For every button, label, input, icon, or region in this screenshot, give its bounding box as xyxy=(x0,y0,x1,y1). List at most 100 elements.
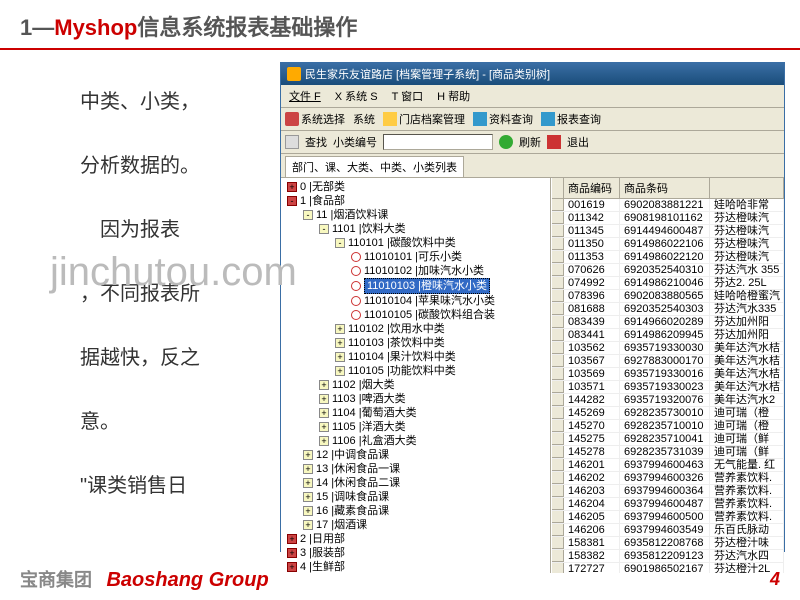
expand-icon[interactable]: + xyxy=(319,394,329,404)
table-row[interactable]: 0749926914986210046芬达2. 25L xyxy=(552,277,784,290)
table-row[interactable]: 1452696928235730010迪可瑞（橙 xyxy=(552,407,784,420)
tree-label[interactable]: 0 |无部类 xyxy=(300,180,345,194)
tree-label[interactable]: 1104 |葡萄酒大类 xyxy=(332,406,417,420)
collapse-icon[interactable]: - xyxy=(335,238,345,248)
collapse-icon[interactable]: - xyxy=(287,196,297,206)
tree-node[interactable]: +0 |无部类 xyxy=(283,180,548,194)
expand-icon[interactable]: + xyxy=(319,380,329,390)
tree-label[interactable]: 11010101 |可乐小类 xyxy=(364,250,462,264)
tree-node[interactable]: +12 |中调食品课 xyxy=(283,448,548,462)
expand-icon[interactable]: + xyxy=(303,478,313,488)
table-row[interactable]: 0834396914966020289芬达加州阳 xyxy=(552,316,784,329)
table-row[interactable]: 1035676927883000170美年达汽水桔 xyxy=(552,355,784,368)
tree-label[interactable]: 2 |日用部 xyxy=(300,532,345,546)
tree-node[interactable]: 11010102 |加味汽水小类 xyxy=(283,264,548,278)
tree-node[interactable]: +110104 |果汁饮料中类 xyxy=(283,350,548,364)
tree-label[interactable]: 12 |中调食品课 xyxy=(316,448,389,462)
tree-node[interactable]: +15 |调味食品课 xyxy=(283,490,548,504)
table-row[interactable]: 0113506914986022106芬达橙味汽 xyxy=(552,238,784,251)
tree-label[interactable]: 110105 |功能饮料中类 xyxy=(348,364,456,378)
expand-icon[interactable]: + xyxy=(287,182,297,192)
tree-label[interactable]: 11010105 |碳酸饮料组合装 xyxy=(364,308,495,322)
table-row[interactable]: 1583826935812209123芬达汽水四 xyxy=(552,550,784,563)
table-row[interactable]: 1462066937994603549乐百氏脉动 xyxy=(552,524,784,537)
tree-node[interactable]: 11010101 |可乐小类 xyxy=(283,250,548,264)
table-row[interactable]: 1583816935812208768芬达橙汁味 xyxy=(552,537,784,550)
expand-icon[interactable]: + xyxy=(319,422,329,432)
tree-label[interactable]: 11 |烟酒饮料课 xyxy=(316,208,388,222)
tree-node[interactable]: +110103 |茶饮料中类 xyxy=(283,336,548,350)
table-row[interactable]: 1442826935719320076美年达汽水2 xyxy=(552,394,784,407)
tree-node[interactable]: -1 |食品部 xyxy=(283,194,548,208)
expand-icon[interactable]: + xyxy=(319,436,329,446)
expand-icon[interactable]: + xyxy=(303,492,313,502)
toolbar-button[interactable]: 系统选择 xyxy=(285,111,345,127)
tree-label[interactable]: 1103 |啤酒大类 xyxy=(332,392,406,406)
table-row[interactable]: 1452786928235731039迪可瑞（鲜 xyxy=(552,446,784,459)
tree-label[interactable]: 11010104 |苹果味汽水小类 xyxy=(364,294,495,308)
tree-node[interactable]: +110102 |饮用水中类 xyxy=(283,322,548,336)
tree-label[interactable]: 110103 |茶饮料中类 xyxy=(348,336,445,350)
table-row[interactable]: 1035716935719330023美年达汽水桔 xyxy=(552,381,784,394)
tree-node[interactable]: +1102 |烟大类 xyxy=(283,378,548,392)
tree-node[interactable]: +14 |休闲食品二课 xyxy=(283,476,548,490)
table-row[interactable]: 0113426908198101162芬达橙味汽 xyxy=(552,212,784,225)
table-row[interactable]: 0816886920352540303芬达汽水335 xyxy=(552,303,784,316)
expand-icon[interactable]: + xyxy=(287,534,297,544)
table-row[interactable]: 0834416914986209945芬达加州阳 xyxy=(552,329,784,342)
exit-button[interactable]: 退出 xyxy=(567,134,589,150)
menu-item[interactable]: T 窗口 xyxy=(388,87,428,105)
tree-node[interactable]: +110105 |功能饮料中类 xyxy=(283,364,548,378)
toolbar-button[interactable]: 资料查询 xyxy=(473,111,533,127)
tree-node[interactable]: -110101 |碳酸饮料中类 xyxy=(283,236,548,250)
table-row[interactable]: 1035626935719330030美年达汽水桔 xyxy=(552,342,784,355)
table-row[interactable]: 1462046937994600487营养素饮料. xyxy=(552,498,784,511)
tree-label[interactable]: 13 |休闲食品一课 xyxy=(316,462,400,476)
tree-label[interactable]: 110104 |果汁饮料中类 xyxy=(348,350,456,364)
tree-node[interactable]: +3 |服装部 xyxy=(283,546,548,560)
tree-label[interactable]: 3 |服装部 xyxy=(300,546,345,560)
expand-icon[interactable]: + xyxy=(319,408,329,418)
table-row[interactable]: 0113456914494600487芬达橙味汽 xyxy=(552,225,784,238)
table-row[interactable]: 1035696935719330016美年达汽水桔 xyxy=(552,368,784,381)
expand-icon[interactable]: + xyxy=(303,464,313,474)
tree-label[interactable]: 110102 |饮用水中类 xyxy=(348,322,445,336)
tree-label[interactable]: 1 |食品部 xyxy=(300,194,345,208)
toolbar-button[interactable]: 系统 xyxy=(353,111,375,127)
tree-node[interactable]: +13 |休闲食品一课 xyxy=(283,462,548,476)
menu-item[interactable]: H 帮助 xyxy=(433,87,474,105)
tree-label[interactable]: 1101 |饮料大类 xyxy=(332,222,406,236)
collapse-icon[interactable]: - xyxy=(319,224,329,234)
expand-icon[interactable]: + xyxy=(335,338,345,348)
tree-node[interactable]: +1104 |葡萄酒大类 xyxy=(283,406,548,420)
tree-node[interactable]: +1105 |洋酒大类 xyxy=(283,420,548,434)
collapse-icon[interactable]: - xyxy=(303,210,313,220)
tree-node[interactable]: 11010103 |橙味汽水小类 xyxy=(283,278,548,294)
toolbar-button[interactable]: 门店档案管理 xyxy=(383,111,465,127)
expand-icon[interactable]: + xyxy=(303,450,313,460)
table-row[interactable]: 0783966902083880565娃哈哈橙蜜汽 xyxy=(552,290,784,303)
tree-node[interactable]: +1106 |礼盒酒大类 xyxy=(283,434,548,448)
table-row[interactable]: 1452706928235710010迪可瑞（橙 xyxy=(552,420,784,433)
tree-label[interactable]: 16 |藏素食品课 xyxy=(316,504,389,518)
col-barcode[interactable]: 商品条码 xyxy=(620,178,710,198)
expand-icon[interactable]: + xyxy=(287,548,297,558)
table-row[interactable]: 1462016937994600463无气能量. 红 xyxy=(552,459,784,472)
tree-label[interactable]: 1102 |烟大类 xyxy=(332,378,395,392)
menu-item[interactable]: 文件 F xyxy=(285,87,325,105)
table-row[interactable]: 1462056937994600500营养素饮料. xyxy=(552,511,784,524)
menu-item[interactable]: X 系统 S xyxy=(331,87,382,105)
expand-icon[interactable]: + xyxy=(335,324,345,334)
tree-node[interactable]: -1101 |饮料大类 xyxy=(283,222,548,236)
expand-icon[interactable]: + xyxy=(335,352,345,362)
tree-label[interactable]: 11010103 |橙味汽水小类 xyxy=(364,278,490,294)
tree-node[interactable]: -11 |烟酒饮料课 xyxy=(283,208,548,222)
table-row[interactable]: 0016196902083881221娃哈哈非常 xyxy=(552,199,784,212)
code-input[interactable] xyxy=(383,134,493,150)
tree-label[interactable]: 15 |调味食品课 xyxy=(316,490,389,504)
refresh-button[interactable]: 刷新 xyxy=(519,134,541,150)
expand-icon[interactable]: + xyxy=(303,506,313,516)
tree-label[interactable]: 17 |烟酒课 xyxy=(316,518,367,532)
tree-node[interactable]: +16 |藏素食品课 xyxy=(283,504,548,518)
expand-icon[interactable]: + xyxy=(335,366,345,376)
